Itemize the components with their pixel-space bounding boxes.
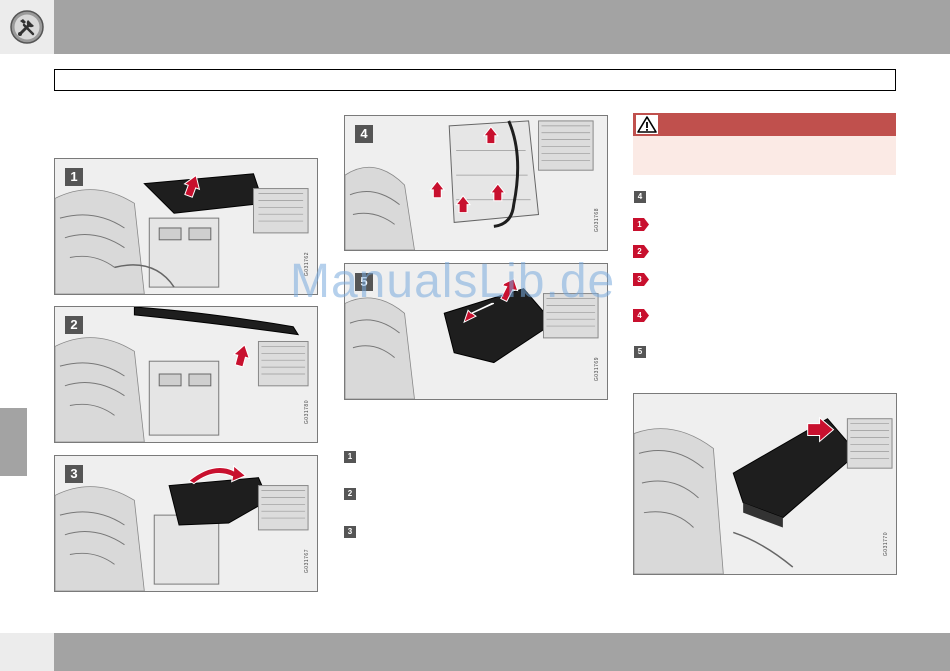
arrow-marker-2: 2: [633, 245, 649, 258]
arrow-marker-label: 1: [637, 220, 642, 229]
figure-6: G031770: [633, 393, 897, 575]
figure-code: G031767: [304, 548, 310, 573]
figure-code: G031770: [883, 531, 889, 556]
arrow-marker-1: 1: [633, 218, 649, 231]
step-marker-2: 2: [344, 488, 356, 500]
arrow-marker-3: 3: [633, 273, 649, 286]
figure-code: G031780: [304, 399, 310, 424]
battery-connections-illustration: [345, 116, 607, 250]
section-icon-box: [0, 0, 54, 54]
engine-bay-illustration: [55, 307, 317, 442]
figure-code: G031769: [594, 356, 600, 381]
step-marker-1: 1: [344, 451, 356, 463]
step-marker-4: 4: [634, 191, 646, 203]
battery-install-illustration: [634, 394, 896, 574]
figure-4: 4 G031768: [344, 115, 608, 251]
figure-1: 1 G031762: [54, 158, 318, 295]
figure-number-badge: 2: [65, 316, 83, 334]
watermark: ManualsLib.de: [290, 255, 616, 308]
arrow-marker-4: 4: [633, 309, 649, 322]
engine-bay-illustration: [55, 159, 317, 294]
figure-2: 2 G031780: [54, 306, 318, 443]
arrow-marker-label: 4: [637, 311, 642, 320]
figure-number-badge: 1: [65, 168, 83, 186]
section-header-box: [54, 69, 896, 91]
figure-code: G031768: [594, 207, 600, 232]
warning-header: [633, 113, 896, 136]
figure-number-badge: 3: [65, 465, 83, 483]
wrench-screwdriver-icon: [10, 10, 44, 44]
page-number-box: [0, 633, 54, 671]
figure-number-badge: 4: [355, 125, 373, 143]
warning-triangle-icon: [636, 115, 658, 134]
arrow-marker-label: 3: [637, 275, 642, 284]
step-marker-5: 5: [634, 346, 646, 358]
chapter-tab[interactable]: [0, 408, 27, 476]
engine-bay-illustration: [55, 456, 317, 591]
arrow-marker-label: 2: [637, 247, 642, 256]
step-marker-3: 3: [344, 526, 356, 538]
warning-body: [633, 136, 896, 175]
top-bar: [0, 0, 950, 54]
bottom-bar: [0, 633, 950, 671]
figure-3: 3 G031767: [54, 455, 318, 592]
